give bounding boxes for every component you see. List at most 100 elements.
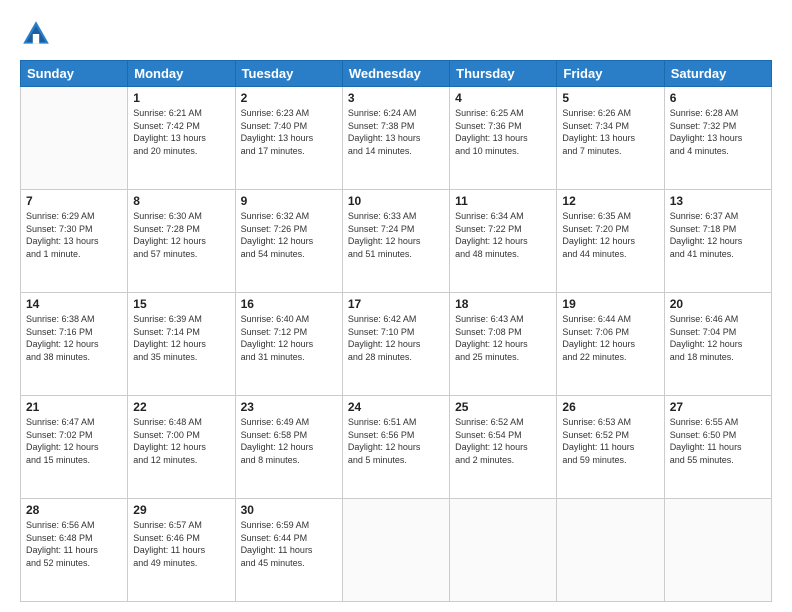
day-number: 14 xyxy=(26,297,122,311)
calendar: SundayMondayTuesdayWednesdayThursdayFrid… xyxy=(20,60,772,602)
weekday-header-row: SundayMondayTuesdayWednesdayThursdayFrid… xyxy=(21,61,772,87)
day-number: 29 xyxy=(133,503,229,517)
weekday-header: Thursday xyxy=(450,61,557,87)
calendar-cell: 5 Sunrise: 6:26 AMSunset: 7:34 PMDaylight… xyxy=(557,87,664,190)
calendar-cell: 14Sunrise: 6:38 AMSunset: 7:16 PMDayligh… xyxy=(21,293,128,396)
day-info: Sunrise: 6:52 AMSunset: 6:54 PMDaylight:… xyxy=(455,416,551,466)
day-info: Sunrise: 6:39 AMSunset: 7:14 PMDaylight:… xyxy=(133,313,229,363)
day-info: Sunrise: 6:51 AMSunset: 6:56 PMDaylight:… xyxy=(348,416,444,466)
calendar-cell xyxy=(557,499,664,602)
weekday-header: Sunday xyxy=(21,61,128,87)
calendar-cell xyxy=(342,499,449,602)
day-info: Sunrise: 6:40 AMSunset: 7:12 PMDaylight:… xyxy=(241,313,337,363)
day-number: 21 xyxy=(26,400,122,414)
day-info: Sunrise: 6:48 AMSunset: 7:00 PMDaylight:… xyxy=(133,416,229,466)
calendar-week-row: 7Sunrise: 6:29 AMSunset: 7:30 PMDaylight… xyxy=(21,190,772,293)
day-number: 10 xyxy=(348,194,444,208)
calendar-cell: 24 Sunrise: 6:51 AMSunset: 6:56 PMDayligh… xyxy=(342,396,449,499)
calendar-cell: 15 Sunrise: 6:39 AMSunset: 7:14 PMDayligh… xyxy=(128,293,235,396)
calendar-week-row: 28 Sunrise: 6:56 AMSunset: 6:48 PMDayligh… xyxy=(21,499,772,602)
day-number: 16 xyxy=(241,297,337,311)
calendar-cell: 12 Sunrise: 6:35 AMSunset: 7:20 PMDayligh… xyxy=(557,190,664,293)
day-number: 23 xyxy=(241,400,337,414)
day-number: 2 xyxy=(241,91,337,105)
calendar-cell: 8 Sunrise: 6:30 AMSunset: 7:28 PMDaylight… xyxy=(128,190,235,293)
day-info: Sunrise: 6:57 AMSunset: 6:46 PMDaylight:… xyxy=(133,519,229,569)
weekday-header: Tuesday xyxy=(235,61,342,87)
calendar-cell: 11 Sunrise: 6:34 AMSunset: 7:22 PMDayligh… xyxy=(450,190,557,293)
calendar-cell: 28 Sunrise: 6:56 AMSunset: 6:48 PMDayligh… xyxy=(21,499,128,602)
calendar-week-row: 14Sunrise: 6:38 AMSunset: 7:16 PMDayligh… xyxy=(21,293,772,396)
calendar-cell: 17 Sunrise: 6:42 AMSunset: 7:10 PMDayligh… xyxy=(342,293,449,396)
day-info: Sunrise: 6:46 AMSunset: 7:04 PMDaylight:… xyxy=(670,313,766,363)
calendar-cell: 1Sunrise: 6:21 AMSunset: 7:42 PMDaylight… xyxy=(128,87,235,190)
weekday-header: Friday xyxy=(557,61,664,87)
day-number: 15 xyxy=(133,297,229,311)
day-info: Sunrise: 6:42 AMSunset: 7:10 PMDaylight:… xyxy=(348,313,444,363)
day-info: Sunrise: 6:59 AMSunset: 6:44 PMDaylight:… xyxy=(241,519,337,569)
day-number: 22 xyxy=(133,400,229,414)
calendar-cell: 20 Sunrise: 6:46 AMSunset: 7:04 PMDayligh… xyxy=(664,293,771,396)
weekday-header: Saturday xyxy=(664,61,771,87)
day-number: 30 xyxy=(241,503,337,517)
day-number: 1 xyxy=(133,91,229,105)
day-number: 28 xyxy=(26,503,122,517)
header xyxy=(20,18,772,50)
day-info: Sunrise: 6:26 AMSunset: 7:34 PMDaylight:… xyxy=(562,107,658,157)
day-number: 13 xyxy=(670,194,766,208)
day-number: 12 xyxy=(562,194,658,208)
calendar-cell: 30 Sunrise: 6:59 AMSunset: 6:44 PMDayligh… xyxy=(235,499,342,602)
day-number: 11 xyxy=(455,194,551,208)
day-info: Sunrise: 6:23 AMSunset: 7:40 PMDaylight:… xyxy=(241,107,337,157)
calendar-cell: 22 Sunrise: 6:48 AMSunset: 7:00 PMDayligh… xyxy=(128,396,235,499)
day-info: Sunrise: 6:53 AMSunset: 6:52 PMDaylight:… xyxy=(562,416,658,466)
logo-icon xyxy=(20,18,52,50)
calendar-cell: 13 Sunrise: 6:37 AMSunset: 7:18 PMDayligh… xyxy=(664,190,771,293)
day-number: 17 xyxy=(348,297,444,311)
calendar-cell xyxy=(664,499,771,602)
calendar-cell: 29 Sunrise: 6:57 AMSunset: 6:46 PMDayligh… xyxy=(128,499,235,602)
calendar-cell: 25Sunrise: 6:52 AMSunset: 6:54 PMDayligh… xyxy=(450,396,557,499)
calendar-cell: 7Sunrise: 6:29 AMSunset: 7:30 PMDaylight… xyxy=(21,190,128,293)
calendar-cell xyxy=(450,499,557,602)
day-info: Sunrise: 6:44 AMSunset: 7:06 PMDaylight:… xyxy=(562,313,658,363)
day-info: Sunrise: 6:33 AMSunset: 7:24 PMDaylight:… xyxy=(348,210,444,260)
day-number: 8 xyxy=(133,194,229,208)
day-info: Sunrise: 6:35 AMSunset: 7:20 PMDaylight:… xyxy=(562,210,658,260)
calendar-week-row: 1Sunrise: 6:21 AMSunset: 7:42 PMDaylight… xyxy=(21,87,772,190)
day-number: 19 xyxy=(562,297,658,311)
day-info: Sunrise: 6:24 AMSunset: 7:38 PMDaylight:… xyxy=(348,107,444,157)
day-info: Sunrise: 6:28 AMSunset: 7:32 PMDaylight:… xyxy=(670,107,766,157)
day-info: Sunrise: 6:30 AMSunset: 7:28 PMDaylight:… xyxy=(133,210,229,260)
day-number: 5 xyxy=(562,91,658,105)
calendar-cell: 23 Sunrise: 6:49 AMSunset: 6:58 PMDayligh… xyxy=(235,396,342,499)
calendar-cell: 21Sunrise: 6:47 AMSunset: 7:02 PMDayligh… xyxy=(21,396,128,499)
calendar-week-row: 21Sunrise: 6:47 AMSunset: 7:02 PMDayligh… xyxy=(21,396,772,499)
calendar-cell: 19 Sunrise: 6:44 AMSunset: 7:06 PMDayligh… xyxy=(557,293,664,396)
day-number: 20 xyxy=(670,297,766,311)
calendar-cell: 9Sunrise: 6:32 AMSunset: 7:26 PMDaylight… xyxy=(235,190,342,293)
day-info: Sunrise: 6:32 AMSunset: 7:26 PMDaylight:… xyxy=(241,210,337,260)
day-info: Sunrise: 6:37 AMSunset: 7:18 PMDaylight:… xyxy=(670,210,766,260)
day-info: Sunrise: 6:56 AMSunset: 6:48 PMDaylight:… xyxy=(26,519,122,569)
calendar-cell: 3 Sunrise: 6:24 AMSunset: 7:38 PMDaylight… xyxy=(342,87,449,190)
day-info: Sunrise: 6:43 AMSunset: 7:08 PMDaylight:… xyxy=(455,313,551,363)
logo xyxy=(20,18,56,50)
day-info: Sunrise: 6:49 AMSunset: 6:58 PMDaylight:… xyxy=(241,416,337,466)
calendar-cell: 27Sunrise: 6:55 AMSunset: 6:50 PMDayligh… xyxy=(664,396,771,499)
day-number: 7 xyxy=(26,194,122,208)
weekday-header: Monday xyxy=(128,61,235,87)
day-info: Sunrise: 6:25 AMSunset: 7:36 PMDaylight:… xyxy=(455,107,551,157)
day-info: Sunrise: 6:34 AMSunset: 7:22 PMDaylight:… xyxy=(455,210,551,260)
calendar-cell xyxy=(21,87,128,190)
page: SundayMondayTuesdayWednesdayThursdayFrid… xyxy=(0,0,792,612)
weekday-header: Wednesday xyxy=(342,61,449,87)
day-number: 3 xyxy=(348,91,444,105)
calendar-cell: 4Sunrise: 6:25 AMSunset: 7:36 PMDaylight… xyxy=(450,87,557,190)
day-number: 27 xyxy=(670,400,766,414)
calendar-cell: 16 Sunrise: 6:40 AMSunset: 7:12 PMDayligh… xyxy=(235,293,342,396)
day-number: 6 xyxy=(670,91,766,105)
calendar-cell: 26Sunrise: 6:53 AMSunset: 6:52 PMDayligh… xyxy=(557,396,664,499)
day-number: 24 xyxy=(348,400,444,414)
calendar-cell: 6 Sunrise: 6:28 AMSunset: 7:32 PMDaylight… xyxy=(664,87,771,190)
